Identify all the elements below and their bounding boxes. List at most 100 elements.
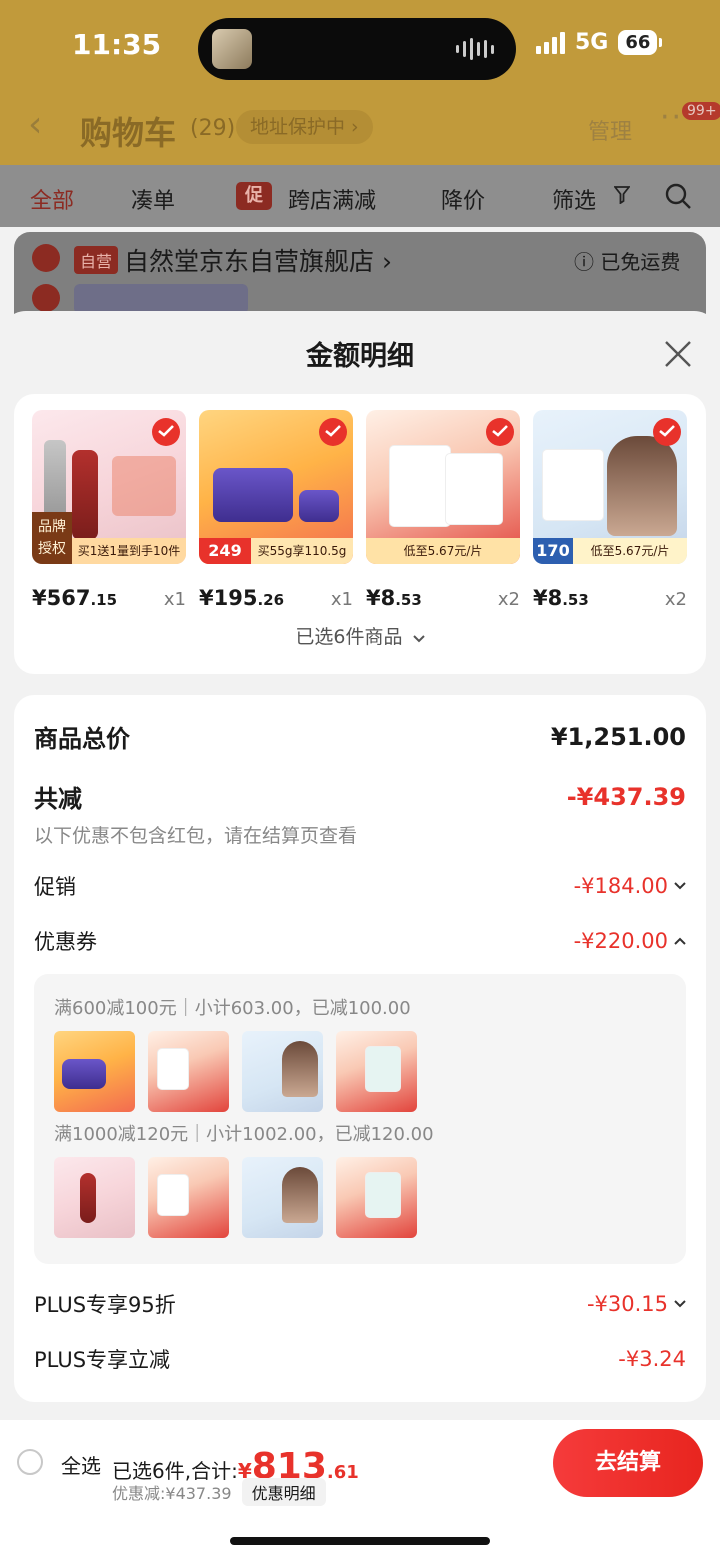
discount-amount: 优惠减:¥437.39 — [112, 1484, 232, 1503]
product-item[interactable]: 低至5.67元/片 ¥8.53 x2 — [366, 410, 520, 610]
coupon-row[interactable]: 优惠券 -¥220.00 — [34, 926, 686, 956]
audio-wave-icon — [456, 38, 494, 60]
signal-icon — [536, 31, 565, 54]
product-promo-ribbon: 低至5.67元/片 — [573, 538, 687, 564]
goods-total-label: 商品总价 — [34, 725, 130, 753]
product-price-line: ¥8.53 x2 — [366, 586, 520, 610]
coupon-detail-panel: 满600减100元｜小计603.00，已减100.00 满1000减120元｜小… — [34, 974, 686, 1264]
product-quantity: x1 — [163, 589, 186, 610]
select-all-label[interactable]: 全选 — [61, 1450, 101, 1479]
plus-cut-label: PLUS专享立减 — [34, 1348, 171, 1372]
tab-price-drop[interactable]: 降价 — [441, 183, 485, 215]
total-reduction-label: 共减 — [34, 785, 82, 813]
plus-cut-value: -¥3.24 — [618, 1347, 686, 1371]
chevron-up-icon — [674, 937, 686, 945]
product-promo-ribbon: 买55g享110.5g — [251, 538, 353, 564]
product-image: 买55g享110.5g 249 — [199, 410, 353, 564]
coupon-rule-line: 满600减100元｜小计603.00，已减100.00 — [54, 998, 411, 1019]
product-item[interactable]: 低至5.67元/片 170 ¥8.53 x2 — [533, 410, 687, 610]
product-price: ¥8.53 — [533, 586, 589, 610]
promotion-label: 促销 — [34, 875, 76, 899]
coupon-product-thumb — [54, 1031, 135, 1112]
product-image: 品牌授权 买1送1量到手10件 — [32, 410, 186, 564]
tab-filter[interactable]: 筛选 — [552, 183, 596, 215]
product-item[interactable]: 买55g享110.5g 249 ¥195.26 x1 — [199, 410, 353, 610]
now-playing-artwork — [212, 29, 252, 69]
selected-check-icon[interactable] — [653, 418, 681, 446]
promo-icon: 促 — [236, 182, 272, 210]
model-photo — [607, 436, 677, 536]
product-price-pill: 170 — [533, 538, 573, 564]
coupon-product-thumb — [148, 1157, 229, 1238]
product-quantity: x2 — [664, 589, 687, 610]
product-bottle-graphic — [72, 450, 98, 540]
selected-check-icon[interactable] — [486, 418, 514, 446]
selected-items-toggle[interactable]: 已选6件商品 — [14, 622, 706, 649]
tab-all[interactable]: 全部 — [30, 183, 74, 215]
item-check-icon[interactable] — [32, 284, 60, 312]
store-name[interactable]: 自然堂京东自营旗舰店 › — [124, 242, 392, 278]
product-jar-graphic — [299, 490, 339, 522]
product-price: ¥195.26 — [199, 586, 285, 610]
product-item[interactable]: 品牌授权 买1送1量到手10件 ¥567.15 x1 — [32, 410, 186, 610]
checkout-button[interactable]: 去结算 — [553, 1429, 703, 1497]
coupon-product-thumb — [336, 1157, 417, 1238]
selected-products-card: 品牌授权 买1送1量到手10件 ¥567.15 x1 买55g享110.5g 2… — [14, 394, 706, 674]
promotion-row[interactable]: 促销 -¥184.00 — [34, 871, 686, 901]
discount-note: 以下优惠不包含红包，请在结算页查看 — [34, 825, 358, 847]
promotion-value: -¥184.00 — [574, 874, 686, 898]
total-reduction-value: -¥437.39 — [566, 782, 686, 811]
tab-bundle[interactable]: 凑单 — [131, 183, 175, 215]
search-icon[interactable] — [664, 182, 692, 210]
brand-authorized-tag: 品牌授权 — [32, 512, 72, 564]
store-check-icon[interactable] — [32, 244, 60, 272]
discount-detail-button[interactable]: 优惠明细 — [241, 1478, 326, 1506]
self-operated-tag: 自营 — [74, 246, 119, 274]
coupon-products-row — [54, 1031, 417, 1112]
battery-tip — [659, 38, 663, 47]
coupon-product-thumb — [336, 1031, 417, 1112]
selected-check-icon[interactable] — [152, 418, 180, 446]
product-pack-graphic — [112, 456, 176, 516]
manage-button[interactable]: 管理 — [588, 114, 632, 146]
back-icon[interactable]: ‹ — [28, 104, 42, 145]
chevron-down-icon — [674, 882, 686, 890]
product-price: ¥8.53 — [366, 586, 422, 610]
select-all-radio[interactable] — [17, 1449, 43, 1475]
coupon-product-thumb — [54, 1157, 135, 1238]
product-promo-ribbon: 买1送1量到手10件 — [72, 538, 186, 564]
close-icon[interactable] — [664, 340, 692, 368]
sheet-title: 金额明细 — [306, 341, 414, 372]
tab-cross-store-discount[interactable]: 跨店满减 — [288, 183, 376, 215]
chevron-down-icon — [412, 635, 425, 643]
home-indicator — [230, 1537, 490, 1545]
battery-icon: 66 — [618, 30, 658, 55]
network-type: 5G — [575, 30, 609, 55]
product-price: ¥567.15 — [32, 586, 118, 610]
selected-check-icon[interactable] — [319, 418, 347, 446]
total-reduction-row: 共减 -¥437.39 — [34, 779, 686, 814]
plus-cut-row: PLUS专享立减 -¥3.24 — [34, 1344, 686, 1374]
plus-95-label: PLUS专享95折 — [34, 1293, 176, 1317]
product-price-line: ¥195.26 x1 — [199, 586, 353, 610]
address-protection-tag[interactable]: 地址保护中 › — [236, 110, 373, 144]
product-promo-ribbon: 低至5.67元/片 — [366, 538, 520, 564]
product-price-line: ¥567.15 x1 — [32, 586, 186, 610]
plus-95-row[interactable]: PLUS专享95折 -¥30.15 — [34, 1289, 686, 1319]
goods-total-value: ¥1,251.00 — [550, 722, 686, 751]
product-quantity: x1 — [330, 589, 353, 610]
product-image: 低至5.67元/片 170 — [533, 410, 687, 564]
cart-count: (29) — [190, 116, 236, 141]
coupon-products-row — [54, 1157, 417, 1238]
product-price-pill: 249 — [199, 538, 251, 564]
status-time: 11:35 — [72, 28, 162, 61]
coupon-product-thumb — [148, 1031, 229, 1112]
product-box-graphic — [390, 446, 450, 526]
page-title: 购物车 — [80, 114, 177, 152]
goods-total-row: 商品总价 ¥1,251.00 — [34, 719, 686, 754]
address-protection-label: 地址保护中 — [250, 116, 346, 138]
dynamic-island — [198, 18, 516, 80]
filter-icon[interactable] — [614, 186, 630, 204]
cart-item-thumbnail — [74, 284, 248, 314]
coupon-value: -¥220.00 — [574, 929, 686, 953]
